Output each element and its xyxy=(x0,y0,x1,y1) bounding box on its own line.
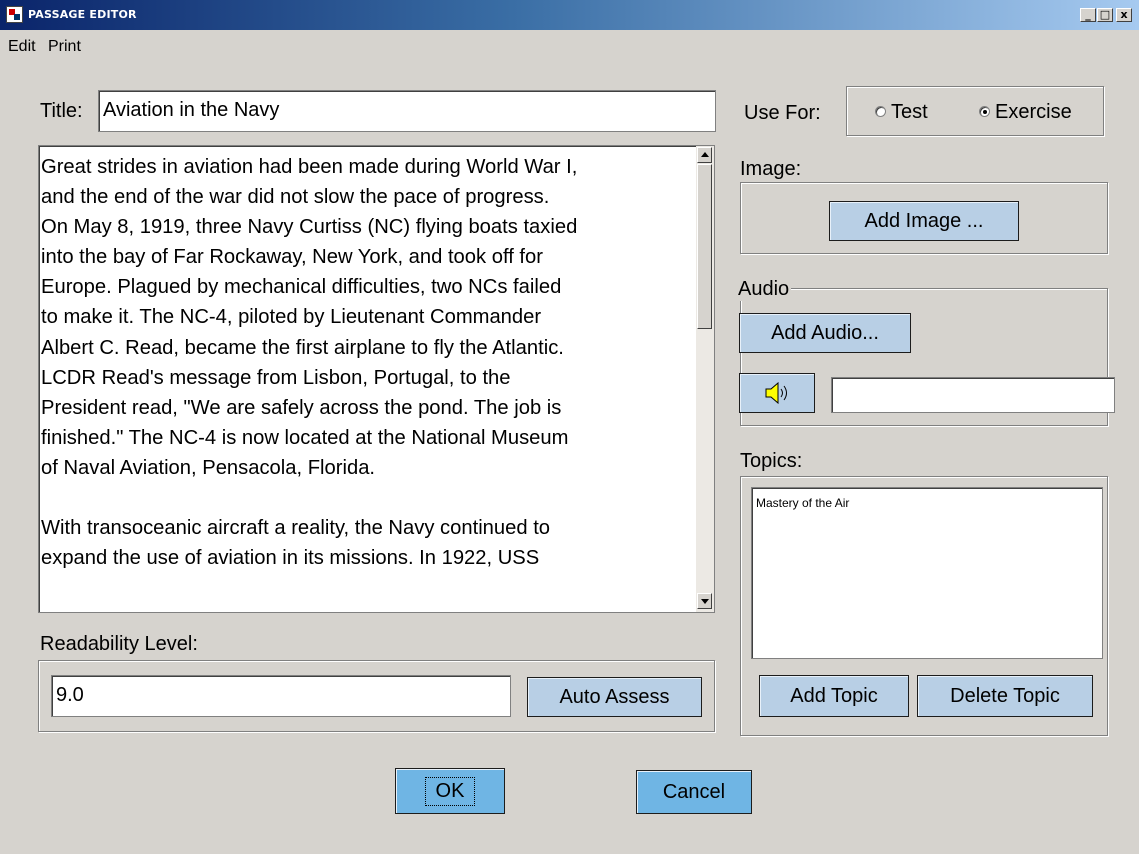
test-radio[interactable] xyxy=(875,106,886,117)
auto-assess-button[interactable]: Auto Assess xyxy=(527,677,702,717)
use-for-label: Use For: xyxy=(744,102,821,124)
minimize-button[interactable]: _ xyxy=(1080,8,1096,22)
scroll-down-button[interactable] xyxy=(697,593,712,609)
readability-group: 9.0 Auto Assess xyxy=(38,660,715,732)
passage-text: Great strides in aviation had been made … xyxy=(41,156,578,570)
exercise-radio-label[interactable]: Exercise xyxy=(995,101,1072,124)
exercise-radio[interactable] xyxy=(979,106,990,117)
topics-group: Mastery of the Air Add Topic Delete Topi… xyxy=(740,476,1108,736)
image-label: Image: xyxy=(740,158,802,180)
image-group: Add Image ... xyxy=(740,182,1108,254)
ok-button[interactable]: OK xyxy=(395,768,505,814)
add-topic-button[interactable]: Add Topic xyxy=(759,675,909,717)
use-for-group: Test Exercise xyxy=(846,86,1104,136)
topic-item[interactable]: Mastery of the Air xyxy=(756,496,849,510)
window-titlebar[interactable]: PASSAGE EDITOR _ □ x xyxy=(0,0,1139,30)
app-icon xyxy=(6,6,23,23)
test-radio-label[interactable]: Test xyxy=(891,101,928,124)
play-audio-button[interactable] xyxy=(739,373,815,413)
speaker-icon xyxy=(765,382,787,404)
topics-label: Topics: xyxy=(740,450,803,472)
audio-group: Add Audio... xyxy=(739,288,1115,426)
scroll-thumb[interactable] xyxy=(697,164,712,329)
add-image-button[interactable]: Add Image ... xyxy=(829,201,1019,241)
readability-input[interactable]: 9.0 xyxy=(51,675,511,717)
add-audio-button[interactable]: Add Audio... xyxy=(739,313,911,353)
passage-scrollbar[interactable] xyxy=(696,146,714,612)
title-input[interactable]: Aviation in the Navy xyxy=(98,90,716,132)
topics-list[interactable]: Mastery of the Air xyxy=(751,487,1103,659)
title-label: Title: xyxy=(40,100,83,122)
passage-textarea[interactable]: Great strides in aviation had been made … xyxy=(38,145,715,613)
window-title: PASSAGE EDITOR xyxy=(28,8,137,21)
menu-bar: Edit Print xyxy=(0,32,1139,62)
delete-topic-button[interactable]: Delete Topic xyxy=(917,675,1093,717)
arrow-up-icon xyxy=(701,152,709,157)
maximize-button[interactable]: □ xyxy=(1097,8,1113,22)
close-button[interactable]: x xyxy=(1116,8,1132,22)
scroll-up-button[interactable] xyxy=(697,147,712,163)
menu-edit[interactable]: Edit xyxy=(8,38,36,56)
ok-button-label: OK xyxy=(424,776,476,806)
readability-label: Readability Level: xyxy=(40,633,198,655)
cancel-button[interactable]: Cancel xyxy=(636,770,752,814)
menu-print[interactable]: Print xyxy=(48,38,81,56)
arrow-down-icon xyxy=(701,599,709,604)
audio-label: Audio xyxy=(738,278,792,301)
audio-file-field[interactable] xyxy=(831,377,1115,413)
